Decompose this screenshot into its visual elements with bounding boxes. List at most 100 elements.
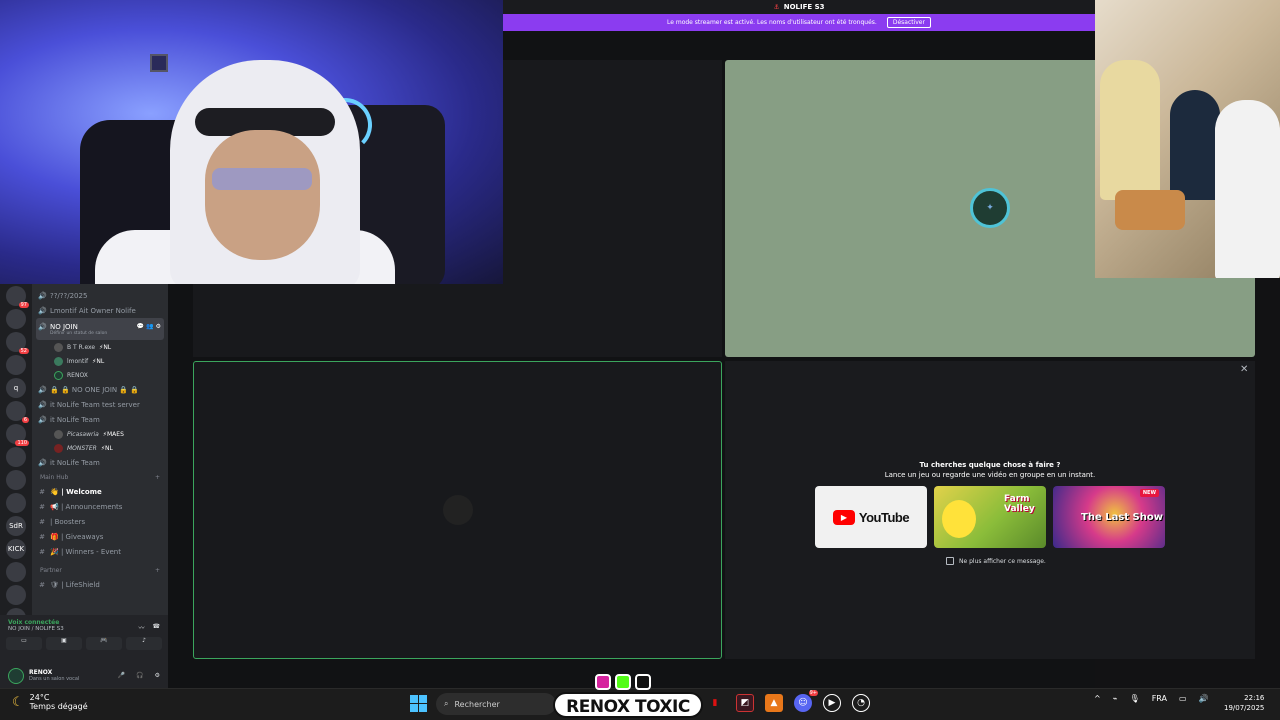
- close-icon[interactable]: ✕: [1240, 364, 1248, 375]
- notification-badge: 6: [21, 417, 29, 423]
- taskbar-app-capcut[interactable]: ◩: [736, 694, 754, 712]
- server-icon[interactable]: SdR: [6, 516, 26, 536]
- server-icon: ⚓: [773, 3, 780, 11]
- chick-illustration: [942, 500, 976, 538]
- microphone-icon[interactable]: 🎤: [118, 672, 125, 679]
- taskbar-search[interactable]: ⌕ Rechercher: [436, 693, 556, 715]
- notification-badge: 52: [18, 348, 29, 354]
- notification-badge: 110: [15, 440, 29, 446]
- text-channel[interactable]: # 🎉 | Winners - Event: [32, 544, 168, 559]
- activity-button[interactable]: 🎮: [86, 637, 122, 650]
- streamer-banner-text: Le mode streamer est activé. Les noms d'…: [667, 19, 877, 26]
- disconnect-icon[interactable]: ☎: [153, 623, 160, 632]
- moon-icon: ☾: [12, 694, 24, 710]
- user-panel: RENOX Dans un salon vocal 🎤 🎧 ⚙: [0, 663, 168, 688]
- speaker-icon: 🔊: [38, 385, 47, 394]
- server-icon[interactable]: 52: [6, 332, 29, 354]
- disable-streamer-button[interactable]: Désactiver: [886, 17, 931, 28]
- category-partner[interactable]: Partner +: [32, 563, 168, 577]
- add-channel-icon[interactable]: +: [155, 567, 160, 574]
- headphones-icon[interactable]: 🎧: [136, 672, 143, 679]
- person-middle: [1170, 90, 1220, 200]
- system-tray: ^ ⌁ 🎙 FRA ▭ 🔊: [1094, 694, 1209, 703]
- server-icon[interactable]: 97: [6, 286, 29, 308]
- text-channel[interactable]: # 🛡 | LifeShield: [32, 577, 168, 592]
- voice-member[interactable]: B T R.exe ⚡NL: [32, 340, 168, 354]
- chevron-up-icon[interactable]: ^: [1094, 694, 1101, 703]
- voice-channel[interactable]: 🔊 🔒 🔒 NO ONE JOIN 🔒 🔒: [32, 382, 168, 397]
- hash-icon: #: [39, 502, 45, 511]
- start-button[interactable]: [410, 695, 427, 712]
- wall-frame: [150, 54, 168, 72]
- network-icon[interactable]: ⌁: [1113, 694, 1118, 703]
- voice-member[interactable]: lmontif ⚡NL: [32, 354, 168, 368]
- noise-suppression-icon[interactable]: 〰: [139, 623, 145, 632]
- text-channel[interactable]: # 👋 | Welcome: [32, 484, 168, 499]
- voice-channel[interactable]: 🔊 ??/??/2025: [32, 288, 168, 303]
- social-icons: [595, 674, 651, 690]
- weather-widget[interactable]: ☾ 24°C Temps dégagé: [12, 693, 88, 711]
- server-icon[interactable]: [6, 470, 26, 490]
- taskbar-app-discord[interactable]: ☺ 9+: [794, 690, 818, 712]
- watermark-name: RENOX TOXIC: [553, 692, 703, 718]
- settings-gear-icon[interactable]: ⚙: [155, 672, 160, 679]
- volume-icon[interactable]: 🔊: [1199, 694, 1209, 703]
- voice-channel-current[interactable]: 🔊 NO JOIN 💬 👥 ⚙ Définir un statut de salon: [36, 318, 164, 340]
- person-left: [1100, 60, 1160, 200]
- avatar: [54, 356, 63, 366]
- soundboard-button[interactable]: ♪: [126, 637, 162, 650]
- server-icon[interactable]: [6, 355, 26, 375]
- voice-member[interactable]: Picasawria ⚡MAES: [32, 427, 168, 441]
- avatar: [54, 429, 63, 439]
- voice-channel[interactable]: 🔊 it NoLife Team test server: [32, 397, 168, 412]
- checkbox[interactable]: [946, 557, 954, 565]
- taskbar-app-media[interactable]: ▶: [823, 694, 841, 712]
- voice-channel[interactable]: 🔊 Lmontif Ait Owner Nolife: [32, 303, 168, 318]
- hash-icon: #: [39, 487, 45, 496]
- server-label: q: [13, 384, 19, 392]
- server-icon[interactable]: KICK: [6, 539, 26, 559]
- server-icon[interactable]: [6, 585, 26, 605]
- notification-badge: 9+: [808, 690, 818, 696]
- channel-settings-icon[interactable]: 💬 👥 ⚙: [137, 323, 164, 330]
- voice-channel[interactable]: 🔊 it NoLife Team: [32, 455, 168, 470]
- user-avatar[interactable]: [8, 667, 24, 684]
- voice-member[interactable]: MONSTER ⚡NL: [32, 441, 168, 455]
- activity-card-farm[interactable]: Farm Valley: [934, 486, 1046, 548]
- taskbar-app-obs[interactable]: ◔: [852, 694, 870, 712]
- server-icon[interactable]: 6: [6, 401, 29, 423]
- text-channel[interactable]: # 🎁 | Giveaways: [32, 529, 168, 544]
- hash-icon: #: [39, 580, 45, 589]
- server-icon[interactable]: [6, 493, 26, 513]
- participant-avatar: ✦: [970, 188, 1010, 228]
- sunglasses: [212, 168, 312, 190]
- server-icon[interactable]: [6, 447, 26, 467]
- taskbar-clock[interactable]: 22:16 19/07/2025: [1224, 693, 1264, 713]
- text-channel[interactable]: # 📢 | Announcements: [32, 499, 168, 514]
- microphone-tray-icon[interactable]: 🎙: [1130, 694, 1140, 703]
- server-icon[interactable]: q: [6, 378, 26, 398]
- avatar: [54, 370, 63, 380]
- tiktok-icon: [635, 674, 651, 690]
- text-channel[interactable]: # | Boosters: [32, 514, 168, 529]
- activity-card-youtube[interactable]: ▶ YouTube: [815, 486, 927, 548]
- camera-button[interactable]: ▭: [6, 637, 42, 650]
- speaker-icon: 🔊: [38, 306, 47, 315]
- server-icon[interactable]: [6, 309, 26, 329]
- window-titlebar: ⚓ NOLIFE S3: [503, 0, 1095, 14]
- voice-connected-label: Voix connectée: [8, 619, 60, 626]
- taskbar-app-vlc[interactable]: ▲: [765, 694, 783, 712]
- screen-share-button[interactable]: ▣: [46, 637, 82, 650]
- voice-location[interactable]: NO JOIN / NOLIFE S3: [8, 626, 64, 632]
- voice-member[interactable]: RENOX: [32, 368, 168, 382]
- dont-show-again[interactable]: Ne plus afficher ce message.: [946, 557, 1046, 565]
- server-icon[interactable]: 110: [6, 424, 29, 446]
- category-main-hub[interactable]: Main Hub +: [32, 470, 168, 484]
- server-icon[interactable]: [6, 562, 26, 582]
- add-channel-icon[interactable]: +: [155, 474, 160, 481]
- activity-card-last-show[interactable]: NEW The Last Show: [1053, 486, 1165, 548]
- taskbar-app-red[interactable]: ▮: [706, 694, 724, 712]
- language-indicator[interactable]: FRA: [1152, 694, 1167, 703]
- voice-channel[interactable]: 🔊 it NoLife Team: [32, 412, 168, 427]
- display-icon[interactable]: ▭: [1179, 694, 1187, 703]
